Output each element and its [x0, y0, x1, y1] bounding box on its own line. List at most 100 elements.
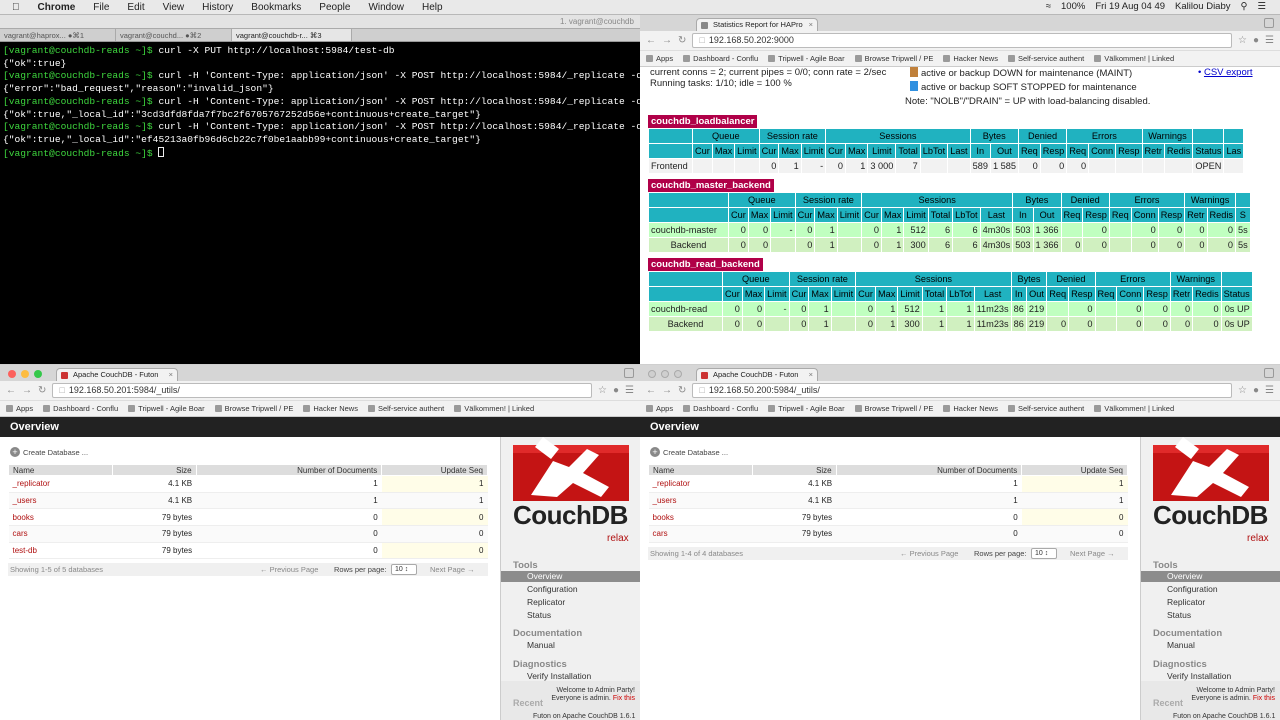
- server-name[interactable]: couchdb-read: [648, 301, 723, 317]
- bookmark-tripwell-agile[interactable]: Tripwell - Agile Boar: [128, 404, 204, 413]
- forward-icon[interactable]: →: [662, 35, 672, 46]
- profile-icon[interactable]: [624, 368, 634, 378]
- bookmark-self-service[interactable]: Self-service authent: [1008, 404, 1084, 413]
- server-name[interactable]: Frontend: [648, 158, 693, 174]
- menu-history[interactable]: History: [202, 2, 233, 13]
- bookmark-apps[interactable]: Apps: [6, 404, 33, 413]
- sidebar-item-replicator[interactable]: Replicator: [1167, 597, 1205, 607]
- bookmark-star-icon[interactable]: ☆: [1238, 35, 1247, 46]
- previous-page-link[interactable]: ← Previous Page: [900, 547, 958, 560]
- rows-per-page-select[interactable]: 10 ↕: [391, 564, 417, 576]
- apple-icon[interactable]: : [12, 2, 20, 13]
- sidebar-item-overview[interactable]: Overview: [501, 571, 640, 582]
- bookmark-self-service[interactable]: Self-service authent: [1008, 54, 1084, 63]
- reload-icon[interactable]: ↻: [678, 35, 686, 46]
- profile-icon[interactable]: [1264, 18, 1274, 28]
- sidebar-item-verify-installation[interactable]: Verify Installation: [527, 671, 591, 681]
- bookmark-hacker-news[interactable]: Hacker News: [303, 404, 358, 413]
- bookmark-linkedin[interactable]: Välkommen! | Linked: [454, 404, 534, 413]
- fix-this-link[interactable]: Fix this: [1253, 695, 1275, 702]
- forward-icon[interactable]: →: [662, 385, 672, 396]
- minimize-window-icon[interactable]: [661, 370, 669, 378]
- database-name-link[interactable]: books: [648, 508, 753, 527]
- battery-percent[interactable]: 100%: [1061, 1, 1085, 12]
- sidebar-item-replicator[interactable]: Replicator: [527, 597, 565, 607]
- column-header[interactable]: Name: [8, 464, 113, 476]
- extension-icon[interactable]: ●: [1253, 35, 1259, 46]
- list-icon[interactable]: ☰: [1257, 1, 1266, 12]
- back-icon[interactable]: ←: [646, 385, 656, 396]
- sidebar-item-status[interactable]: Status: [1167, 610, 1191, 620]
- menu-file[interactable]: File: [93, 2, 109, 13]
- bookmark-browse-tripwell[interactable]: Browse Tripwell / PE: [855, 54, 934, 63]
- extension-icon[interactable]: ●: [1253, 385, 1259, 396]
- bookmark-star-icon[interactable]: ☆: [1238, 385, 1247, 396]
- search-icon[interactable]: ⚲: [1241, 1, 1248, 12]
- database-name-link[interactable]: test-db: [8, 542, 113, 560]
- close-icon[interactable]: ×: [169, 369, 173, 381]
- create-database-button[interactable]: + Create Database ...: [650, 447, 1140, 457]
- menu-help[interactable]: Help: [422, 2, 443, 13]
- next-page-link[interactable]: Next Page →: [430, 563, 475, 576]
- bookmark-hacker-news[interactable]: Hacker News: [943, 404, 998, 413]
- database-name-link[interactable]: cars: [8, 525, 113, 543]
- sidebar-item-manual[interactable]: Manual: [527, 640, 555, 650]
- bookmark-hacker-news[interactable]: Hacker News: [943, 54, 998, 63]
- menu-people[interactable]: People: [319, 2, 350, 13]
- bookmark-apps[interactable]: Apps: [646, 404, 673, 413]
- menu-view[interactable]: View: [163, 2, 185, 13]
- column-header[interactable]: Size: [751, 464, 837, 476]
- csv-export-link[interactable]: • CSV export: [1198, 67, 1253, 78]
- sidebar-item-manual[interactable]: Manual: [1167, 640, 1195, 650]
- bookmark-dashboard[interactable]: Dashboard - Conflu: [683, 54, 758, 63]
- zoom-window-icon[interactable]: [34, 370, 42, 378]
- next-page-link[interactable]: Next Page →: [1070, 547, 1115, 560]
- bookmark-self-service[interactable]: Self-service authent: [368, 404, 444, 413]
- column-header[interactable]: Size: [111, 464, 197, 476]
- database-name-link[interactable]: cars: [648, 525, 753, 543]
- fix-this-link[interactable]: Fix this: [613, 695, 635, 702]
- server-name[interactable]: Backend: [648, 316, 723, 332]
- bookmark-star-icon[interactable]: ☆: [598, 385, 607, 396]
- column-header[interactable]: Number of Documents: [195, 464, 383, 476]
- database-name-link[interactable]: _users: [8, 492, 113, 510]
- bookmark-linkedin[interactable]: Välkommen! | Linked: [1094, 404, 1174, 413]
- menu-app-name[interactable]: Chrome: [38, 2, 76, 13]
- bookmark-apps[interactable]: Apps: [646, 54, 673, 63]
- section-title[interactable]: couchdb_read_backend: [648, 258, 763, 271]
- bookmark-browse-tripwell[interactable]: Browse Tripwell / PE: [855, 404, 934, 413]
- address-bar[interactable]: □ 192.168.50.201:5984/_utils/: [52, 383, 593, 398]
- rows-per-page-select[interactable]: 10 ↕: [1031, 547, 1057, 559]
- extension-icon[interactable]: ●: [613, 385, 619, 396]
- section-title[interactable]: couchdb_master_backend: [648, 179, 774, 192]
- database-name-link[interactable]: books: [8, 508, 113, 527]
- profile-icon[interactable]: [1264, 368, 1274, 378]
- close-window-icon[interactable]: [648, 370, 656, 378]
- terminal-output[interactable]: [vagrant@couchdb-reads ~]$ curl -X PUT h…: [0, 42, 640, 163]
- server-name[interactable]: Backend: [648, 237, 729, 253]
- back-icon[interactable]: ←: [6, 385, 16, 396]
- forward-icon[interactable]: →: [22, 385, 32, 396]
- browser-tab[interactable]: Apache CouchDB - Futon ×: [696, 368, 818, 381]
- menu-icon[interactable]: ☰: [1265, 35, 1274, 46]
- address-bar[interactable]: □ 192.168.50.200:5984/_utils/: [692, 383, 1233, 398]
- column-header[interactable]: Name: [648, 464, 753, 476]
- zoom-window-icon[interactable]: [674, 370, 682, 378]
- close-icon[interactable]: ×: [809, 19, 813, 31]
- menu-window[interactable]: Window: [368, 2, 404, 13]
- wifi-icon[interactable]: ≈: [1046, 1, 1051, 12]
- section-title[interactable]: couchdb_loadbalancer: [648, 115, 758, 128]
- browser-tab[interactable]: Apache CouchDB - Futon ×: [56, 368, 178, 381]
- bookmark-dashboard[interactable]: Dashboard - Conflu: [43, 404, 118, 413]
- clock[interactable]: Fri 19 Aug 04 49: [1095, 1, 1165, 12]
- minimize-window-icon[interactable]: [21, 370, 29, 378]
- bookmark-browse-tripwell[interactable]: Browse Tripwell / PE: [215, 404, 294, 413]
- menu-icon[interactable]: ☰: [1265, 385, 1274, 396]
- sidebar-item-configuration[interactable]: Configuration: [527, 584, 578, 594]
- column-header[interactable]: Update Seq: [381, 464, 488, 476]
- bookmark-linkedin[interactable]: Välkommen! | Linked: [1094, 54, 1174, 63]
- bookmark-dashboard[interactable]: Dashboard - Conflu: [683, 404, 758, 413]
- sidebar-item-status[interactable]: Status: [527, 610, 551, 620]
- database-name-link[interactable]: _replicator: [8, 475, 113, 493]
- column-header[interactable]: Update Seq: [1021, 464, 1128, 476]
